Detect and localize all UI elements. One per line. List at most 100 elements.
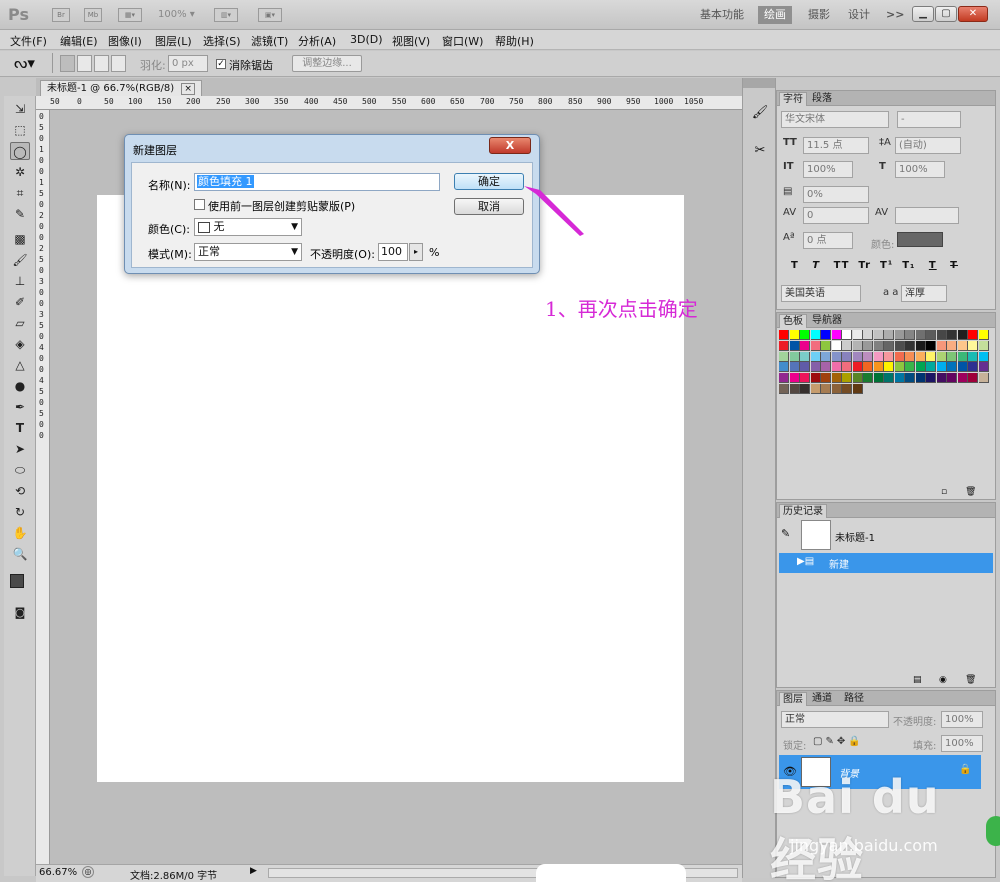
color-swatch[interactable]	[884, 373, 894, 384]
vertical-scale-input[interactable]: 100%	[803, 161, 853, 178]
color-swatch[interactable]	[831, 351, 842, 362]
color-swatch[interactable]	[978, 362, 989, 373]
menu-file[interactable]: 文件(F)	[10, 33, 47, 49]
color-swatch[interactable]	[821, 384, 831, 394]
color-swatch[interactable]	[947, 330, 957, 340]
faux-italic-button[interactable]: T	[812, 260, 820, 271]
workspace-more-button[interactable]: >>	[880, 6, 910, 24]
history-brush-source-icon[interactable]: ✎	[781, 527, 790, 540]
brush-presets-icon[interactable]: 🖌	[751, 104, 769, 122]
color-swatch[interactable]	[905, 362, 915, 373]
color-swatch[interactable]	[779, 340, 789, 351]
color-swatch[interactable]	[821, 362, 831, 373]
mini-bridge-icon[interactable]: Mb	[84, 8, 102, 22]
3d-rotate-tool-icon[interactable]: ⟲	[10, 482, 30, 500]
new-selection-icon[interactable]	[60, 55, 75, 72]
color-swatch[interactable]	[947, 351, 957, 362]
color-swatch[interactable]	[821, 373, 831, 384]
color-swatch[interactable]	[789, 340, 800, 351]
color-swatch[interactable]	[863, 373, 873, 384]
color-swatch[interactable]	[842, 362, 852, 373]
minimize-button[interactable]: ▁	[912, 6, 934, 22]
color-swatch[interactable]	[884, 362, 894, 373]
add-selection-icon[interactable]	[77, 55, 92, 72]
arrange-documents-icon[interactable]: ▥▾	[214, 8, 238, 22]
color-swatch[interactable]	[978, 330, 989, 340]
lasso-tool-icon[interactable]: ◯	[10, 142, 30, 160]
dialog-close-button[interactable]: X	[489, 137, 531, 154]
tab-character[interactable]: 字符	[779, 92, 807, 106]
color-swatch[interactable]	[915, 340, 926, 351]
color-swatch[interactable]	[978, 351, 989, 362]
color-swatch[interactable]	[968, 330, 978, 340]
tab-channels[interactable]: 通道	[809, 692, 835, 706]
color-swatch[interactable]	[873, 340, 884, 351]
menu-window[interactable]: 窗口(W)	[442, 33, 483, 49]
font-family-select[interactable]: 华文宋体	[781, 111, 889, 128]
foreground-color-swatch[interactable]	[10, 574, 24, 588]
document-canvas[interactable]	[97, 195, 684, 782]
status-menu-arrow-icon[interactable]: ▶	[250, 866, 260, 878]
color-swatch[interactable]	[947, 340, 957, 351]
color-swatch[interactable]	[957, 351, 968, 362]
menu-image[interactable]: 图像(I)	[108, 33, 142, 49]
tab-history[interactable]: 历史记录	[779, 504, 827, 518]
color-swatch[interactable]	[831, 362, 842, 373]
all-caps-button[interactable]: TT	[834, 260, 850, 271]
tab-paths[interactable]: 路径	[841, 692, 867, 706]
color-swatch[interactable]	[957, 340, 968, 351]
color-swatch[interactable]	[957, 362, 968, 373]
color-swatch[interactable]	[968, 362, 978, 373]
cancel-button[interactable]: 取消	[454, 198, 524, 215]
history-snapshot-thumbnail[interactable]	[801, 520, 831, 550]
color-swatch[interactable]	[894, 330, 905, 340]
color-swatch[interactable]	[884, 330, 894, 340]
color-swatch[interactable]	[905, 373, 915, 384]
color-swatch[interactable]	[947, 362, 957, 373]
leading-input[interactable]: (自动)	[895, 137, 961, 154]
antialias-method-select[interactable]: 浑厚	[901, 285, 947, 302]
document-tab[interactable]: 未标题-1 @ 66.7%(RGB/8) ×	[40, 80, 202, 96]
color-swatch[interactable]	[968, 373, 978, 384]
language-select[interactable]: 美国英语	[781, 285, 861, 302]
color-swatch[interactable]	[779, 384, 789, 394]
color-swatch[interactable]	[936, 330, 947, 340]
color-swatch[interactable]	[863, 330, 873, 340]
zoom-level-dropdown[interactable]: 100% ▾	[158, 9, 195, 20]
color-swatch[interactable]	[831, 373, 842, 384]
color-swatch[interactable]	[915, 373, 926, 384]
color-swatch[interactable]	[810, 330, 821, 340]
color-swatch[interactable]	[842, 384, 852, 394]
path-selection-tool-icon[interactable]: ➤	[10, 440, 30, 458]
color-swatch[interactable]	[915, 362, 926, 373]
ok-button[interactable]: 确定	[454, 173, 524, 190]
color-swatch[interactable]	[852, 330, 863, 340]
color-swatch[interactable]	[831, 330, 842, 340]
history-brush-tool-icon[interactable]: ✐	[10, 293, 30, 311]
tab-navigator[interactable]: 导航器	[809, 314, 845, 328]
eyedropper-tool-icon[interactable]: ✎	[10, 205, 30, 223]
clone-stamp-tool-icon[interactable]: ⊥	[10, 272, 30, 290]
document-tab-close-icon[interactable]: ×	[181, 83, 195, 95]
color-swatch[interactable]	[926, 373, 936, 384]
color-swatch[interactable]	[936, 362, 947, 373]
color-swatch[interactable]	[926, 351, 936, 362]
menu-layer[interactable]: 图层(L)	[155, 33, 192, 49]
color-swatch[interactable]	[894, 373, 905, 384]
fill-input[interactable]: 100%	[941, 735, 983, 752]
color-swatch[interactable]	[852, 373, 863, 384]
menu-help[interactable]: 帮助(H)	[495, 33, 534, 49]
color-swatch[interactable]	[789, 351, 800, 362]
3d-orbit-tool-icon[interactable]: ↻	[10, 503, 30, 521]
new-document-from-state-icon[interactable]: ▤	[913, 675, 922, 685]
lasso-preset-icon[interactable]: ᔓ▾	[14, 54, 35, 72]
history-snapshot-label[interactable]: 未标题-1	[835, 529, 875, 544]
color-swatch[interactable]	[779, 351, 789, 362]
color-swatch[interactable]	[894, 340, 905, 351]
bridge-icon[interactable]: Br	[52, 8, 70, 22]
color-swatch[interactable]	[968, 351, 978, 362]
color-swatch[interactable]	[779, 362, 789, 373]
antialias-checkbox[interactable]: ✓	[216, 59, 226, 69]
workspace-design[interactable]: 设计	[842, 6, 876, 24]
color-swatch[interactable]	[821, 351, 831, 362]
